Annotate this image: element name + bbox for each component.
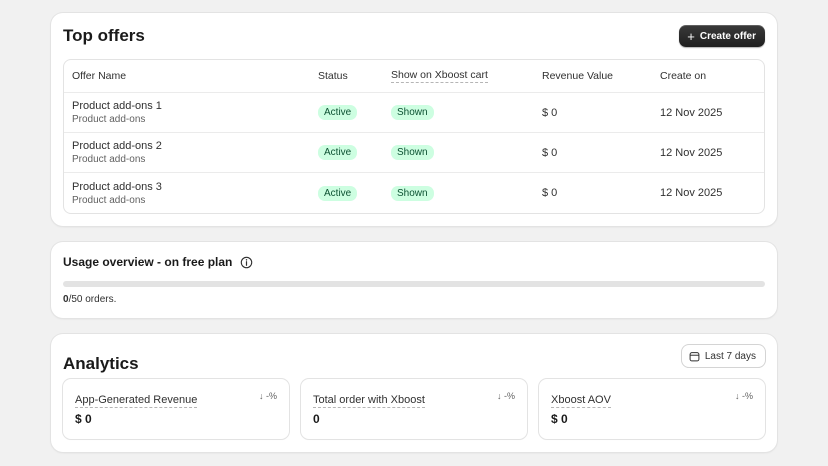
metric-delta: ↓ -% bbox=[259, 391, 277, 401]
offer-name: Product add-ons 3 bbox=[72, 180, 162, 193]
metric-label: Total order with Xboost bbox=[313, 394, 425, 408]
top-offers-card: Top offers + Create offer Offer Name Sta… bbox=[51, 13, 777, 226]
status-badge: Active bbox=[318, 105, 358, 120]
offer-name: Product add-ons 2 bbox=[72, 140, 162, 152]
calendar-icon bbox=[689, 351, 700, 361]
usage-overview-card: Usage overview - on free plan 0/50 order… bbox=[51, 242, 777, 318]
offer-type: Product add-ons bbox=[72, 114, 146, 125]
date-range-button[interactable]: Last 7 days bbox=[681, 345, 765, 367]
revenue-value: $ 0 bbox=[542, 187, 558, 199]
shown-badge: Shown bbox=[391, 145, 434, 160]
create-offer-button[interactable]: + Create offer bbox=[679, 25, 765, 47]
column-offer-name: Offer Name bbox=[72, 70, 127, 82]
metric-label: Xboost AOV bbox=[551, 394, 611, 408]
created-date: 12 Nov 2025 bbox=[660, 106, 723, 119]
metric-delta: ↓ -% bbox=[735, 391, 753, 401]
offer-name-cell: Product add-ons 1 Product add-ons bbox=[72, 100, 162, 125]
info-icon[interactable] bbox=[240, 256, 253, 269]
column-revenue: Revenue Value bbox=[542, 70, 614, 82]
revenue-value: $ 0 bbox=[542, 106, 558, 119]
status-badge: Active bbox=[318, 185, 358, 201]
shown-badge: Shown bbox=[391, 105, 434, 120]
column-created: Create on bbox=[660, 70, 707, 82]
metric-value: $ 0 bbox=[551, 412, 568, 426]
metric-card-total-orders[interactable]: Total order with Xboost ↓ -% 0 bbox=[301, 379, 527, 439]
metric-delta: ↓ -% bbox=[497, 391, 515, 401]
table-row[interactable]: Product add-ons 2 Product add-ons Active… bbox=[64, 133, 764, 173]
column-show-on-cart: Show on Xboost cart bbox=[391, 69, 488, 83]
offer-type: Product add-ons bbox=[72, 194, 146, 206]
top-offers-title: Top offers bbox=[63, 26, 145, 45]
created-date: 12 Nov 2025 bbox=[660, 187, 723, 199]
offer-type: Product add-ons bbox=[72, 154, 146, 165]
metric-card-aov[interactable]: Xboost AOV ↓ -% $ 0 bbox=[539, 379, 765, 439]
usage-count: 0/50 orders. bbox=[63, 294, 116, 305]
usage-overview-title-row: Usage overview - on free plan bbox=[63, 255, 253, 269]
status-badge: Active bbox=[318, 145, 358, 160]
table-row[interactable]: Product add-ons 3 Product add-ons Active… bbox=[64, 173, 764, 213]
offer-name-cell: Product add-ons 3 Product add-ons bbox=[72, 181, 162, 206]
created-date: 12 Nov 2025 bbox=[660, 146, 723, 159]
analytics-title: Analytics bbox=[63, 354, 139, 373]
shown-badge: Shown bbox=[391, 185, 434, 201]
metric-card-revenue[interactable]: App-Generated Revenue ↓ -% $ 0 bbox=[63, 379, 289, 439]
usage-progress-bar bbox=[63, 281, 765, 287]
usage-limit: /50 orders. bbox=[68, 294, 117, 305]
table-header: Offer Name Status Show on Xboost cart Re… bbox=[64, 60, 764, 93]
offer-name: Product add-ons 1 bbox=[72, 100, 162, 112]
create-offer-label: Create offer bbox=[699, 30, 756, 42]
metric-value: $ 0 bbox=[75, 412, 92, 426]
plus-icon: + bbox=[687, 28, 695, 44]
table-row[interactable]: Product add-ons 1 Product add-ons Active… bbox=[64, 93, 764, 133]
metric-value: 0 bbox=[313, 412, 320, 426]
column-status: Status bbox=[318, 70, 348, 82]
offer-name-cell: Product add-ons 2 Product add-ons bbox=[72, 140, 162, 165]
date-range-label: Last 7 days bbox=[704, 350, 756, 362]
offers-table: Offer Name Status Show on Xboost cart Re… bbox=[63, 59, 765, 214]
revenue-value: $ 0 bbox=[542, 146, 558, 159]
analytics-card: Analytics Last 7 days App-Generated Reve… bbox=[51, 334, 777, 452]
usage-overview-title: Usage overview - on free plan bbox=[63, 255, 233, 269]
metric-label: App-Generated Revenue bbox=[75, 394, 198, 408]
